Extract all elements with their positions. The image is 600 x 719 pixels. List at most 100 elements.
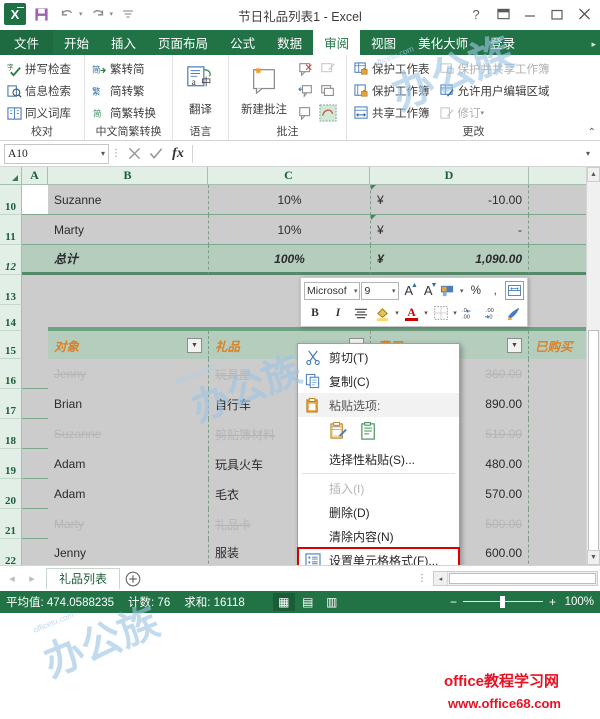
close-button[interactable] [571,3,597,25]
cell-c12[interactable]: 100% [208,245,370,275]
menu-item-format-cells[interactable]: 设置单元格格式(F)... [297,547,460,565]
name-box[interactable]: A10 ▾ [4,143,109,164]
cancel-formula-button[interactable] [123,144,145,164]
merge-cells-button[interactable] [505,281,524,301]
spell-check-button[interactable]: 字 拼写检查 [4,58,74,80]
decrease-decimal-button[interactable]: .00.0 [482,304,503,323]
paste-keep-formatting-icon[interactable] [328,420,350,442]
simp-trad-convert-button[interactable]: 简 简繁转换 [89,102,159,124]
tab-home[interactable]: 开始 [53,30,100,55]
insert-function-button[interactable]: fx [167,144,189,164]
allow-edit-ranges-button[interactable]: 允许用户编辑区域 [437,80,553,102]
row-header-21[interactable]: 21 [0,509,22,539]
paste-values-icon[interactable] [358,420,380,442]
row-header-17[interactable]: 17 [0,389,22,419]
row-header-10[interactable]: 10 [0,185,22,215]
font-color-dropdown-arrow[interactable]: ▾ [422,309,430,317]
delete-comment-button[interactable] [295,58,317,80]
expand-formula-bar-button[interactable]: ▾ [580,149,596,158]
format-painter-dropdown-arrow[interactable]: ▾ [458,287,466,295]
previous-sheet-button[interactable]: ◂ [2,572,22,585]
header-cell-object[interactable]: 对象 ▼ [48,331,208,359]
column-header-d[interactable]: D [370,167,529,185]
tab-file[interactable]: 文件 [0,30,54,55]
formula-bar-grip[interactable]: ⋮ [109,148,123,159]
scroll-left-button[interactable]: ◂ [434,572,448,585]
filter-dropdown-cost[interactable]: ▼ [507,337,522,353]
cell-a20[interactable] [22,479,48,509]
font-name-combobox[interactable]: Microsof ▾ [304,281,361,300]
row-header-16[interactable]: 16 [0,359,22,389]
page-break-view-icon[interactable]: ▥ [321,593,343,611]
enter-formula-button[interactable] [145,144,167,164]
zoom-in-button[interactable]: + [549,595,556,609]
cell-a10[interactable] [22,185,48,215]
ribbon-display-options-button[interactable] [490,3,516,25]
help-button[interactable]: ? [463,3,489,25]
tab-overflow-arrow[interactable]: ▸ [587,39,600,55]
cell-b16[interactable]: Jenny [48,359,208,389]
comma-style-button[interactable]: , [486,281,504,300]
row-header-14[interactable]: 14 [0,305,22,331]
menu-item-copy[interactable]: 复制(C) [298,369,459,393]
column-header-c[interactable]: C [208,167,370,185]
mini-formatting-toolbar[interactable]: Microsof ▾ 9 ▾ A ▲ A ▼ ▾ % , B I ▾ A ▾ ▾… [300,277,528,327]
row-header-20[interactable]: 20 [0,479,22,509]
minimize-button[interactable] [517,3,543,25]
cell-b19[interactable]: Adam [48,449,208,479]
formula-input[interactable] [196,144,580,164]
zoom-slider-knob[interactable] [499,596,505,608]
row-header-15[interactable]: 15 [0,331,22,359]
scroll-up-button[interactable]: ▲ [587,167,600,182]
cell-c10[interactable]: 10% [208,185,370,215]
table-total-row[interactable]: 12 总计 100% ¥ 1,090.00 [0,245,600,275]
normal-view-icon[interactable]: ▦ [272,593,295,611]
tab-review[interactable]: 审阅 [313,30,361,55]
font-size-combobox[interactable]: 9 ▾ [361,281,399,300]
show-hide-comment-button[interactable] [295,102,317,124]
cell-a12[interactable] [22,245,48,275]
cell-b10[interactable]: Suzanne [48,185,208,215]
cell-c11[interactable]: 10% [208,215,370,245]
table-row[interactable]: 11 Marty 10% ¥ - [0,215,600,245]
next-sheet-button[interactable]: ▸ [22,572,42,585]
cell-d10[interactable]: ¥ -10.00 [370,185,529,215]
cell-a11[interactable] [22,215,48,245]
tab-insert[interactable]: 插入 [100,30,147,55]
borders-button[interactable] [431,304,450,323]
percent-style-button[interactable]: % [467,281,485,300]
row-header-12[interactable]: 12 [0,245,22,275]
row-header-19[interactable]: 19 [0,449,22,479]
next-comment-button[interactable] [317,80,339,102]
sheet-bar-grip[interactable]: ⋮ [411,573,433,584]
cell-context-menu[interactable]: 剪切(T) 复制(C) 粘贴选项: 选择性粘贴(S)... 插入(I) 删除(D… [297,343,460,565]
increase-decimal-button[interactable]: .0.00 [460,304,481,323]
simp-to-trad-button[interactable]: 繁 简转繁 [89,80,159,102]
fill-color-dropdown-arrow[interactable]: ▾ [393,309,401,317]
cell-b20[interactable]: Adam [48,479,208,509]
font-color-button[interactable]: A [402,304,421,323]
cell-b17[interactable]: Brian [48,389,208,419]
protect-share-workbook-button[interactable]: 保护并共享工作簿 [437,58,553,80]
sheet-tab-gift-list[interactable]: 礼品列表 [46,567,121,590]
zoom-out-button[interactable]: − [450,595,457,609]
cell-b22[interactable]: Jenny [48,539,208,565]
tab-formulas[interactable]: 公式 [219,30,266,55]
scroll-down-button[interactable]: ▼ [587,550,600,565]
menu-item-insert[interactable]: 插入(I) [298,476,459,500]
cell-b21[interactable]: Marty [48,509,208,539]
cell-a19[interactable] [22,449,48,479]
format-painter-button[interactable] [438,281,456,300]
tab-view[interactable]: 视图 [360,30,407,55]
filter-dropdown-object[interactable]: ▼ [187,337,202,353]
name-box-dropdown-arrow[interactable]: ▾ [101,149,105,158]
previous-comment-button[interactable] [295,80,317,102]
shrink-font-button[interactable]: A ▼ [419,281,438,300]
column-header-a[interactable]: A [22,167,48,185]
zoom-slider[interactable] [462,596,543,608]
font-name-dropdown-arrow[interactable]: ▾ [354,287,358,295]
menu-item-clear-contents[interactable]: 清除内容(N) [298,524,459,548]
tab-page-layout[interactable]: 页面布局 [147,30,219,55]
tab-data[interactable]: 数据 [266,30,313,55]
research-button[interactable]: 信息检索 [4,80,74,102]
